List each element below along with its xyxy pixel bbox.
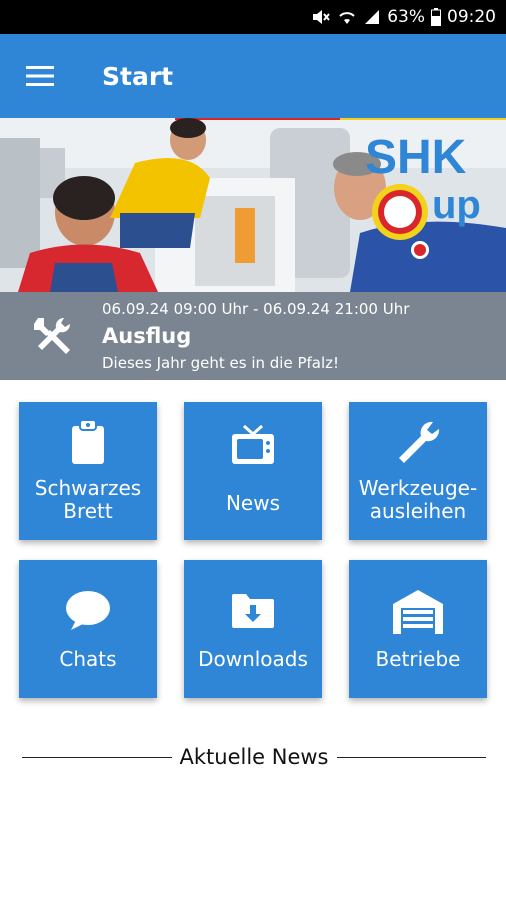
battery-percent: 63% [387, 7, 425, 27]
tile-schwarzes-brett[interactable]: Schwarzes Brett [19, 402, 157, 540]
event-banner[interactable]: 06.09.24 09:00 Uhr - 06.09.24 21:00 Uhr … [0, 292, 506, 380]
chat-bubble-icon [66, 591, 110, 630]
page-title: Start [102, 61, 174, 91]
folder-download-icon [232, 594, 274, 628]
tile-chats[interactable]: Chats [19, 560, 157, 698]
news-section-title: Aktuelle News [179, 745, 329, 769]
tools-icon [34, 317, 71, 354]
wrench-icon [399, 421, 440, 463]
hero-section: SHK up 06.09.24 09:00 Uhr - 06.09.24 21:… [0, 118, 506, 380]
status-bar: 63% 09:20 [0, 0, 506, 34]
battery-icon [431, 8, 441, 26]
tile-downloads[interactable]: Downloads [184, 560, 322, 698]
clipboard-icon [72, 420, 104, 464]
tile-label: Schwarzes Brett [34, 476, 142, 523]
clock-time: 09:20 [447, 7, 496, 27]
divider [22, 756, 172, 758]
event-date-range: 06.09.24 09:00 Uhr - 06.09.24 21:00 Uhr [102, 300, 410, 318]
signal-icon [365, 10, 380, 24]
news-section-header: Aktuelle News [22, 742, 486, 772]
svg-text:SHK: SHK [365, 131, 467, 184]
garage-icon [393, 590, 443, 634]
tile-werkzeuge-ausleihen[interactable]: Werkzeuge- ausleihen [349, 402, 487, 540]
event-title: Ausflug [102, 324, 192, 348]
divider [336, 756, 486, 758]
hero-photo: SHK up [0, 118, 506, 292]
wifi-icon [339, 12, 355, 24]
mute-icon [313, 10, 330, 24]
tile-label: Werkzeuge- ausleihen [358, 476, 478, 523]
tile-label: Betriebe [375, 647, 461, 671]
menu-button[interactable] [0, 34, 80, 118]
tile-label: News [225, 491, 281, 515]
tile-label: Chats [59, 647, 117, 671]
app-bar: Start [0, 34, 506, 118]
svg-text:up: up [432, 183, 481, 227]
tile-news[interactable]: News [184, 402, 322, 540]
tile-betriebe[interactable]: Betriebe [349, 560, 487, 698]
tile-label: Downloads [198, 647, 308, 671]
tv-icon [232, 424, 274, 464]
event-description: Dieses Jahr geht es in die Pfalz! [102, 354, 340, 372]
hamburger-menu-icon [26, 66, 54, 86]
